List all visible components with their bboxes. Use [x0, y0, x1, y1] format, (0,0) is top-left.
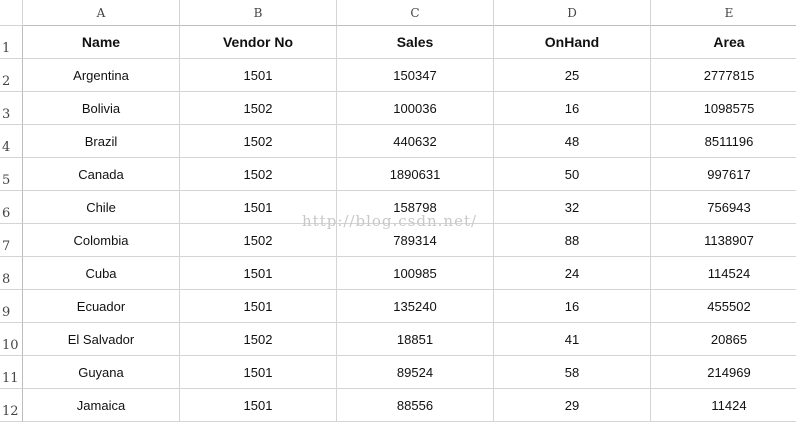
column-header-bar: A B C D E	[23, 0, 796, 26]
table-row: Ecuador 1501 135240 16 455502	[23, 290, 796, 323]
cell-sales[interactable]: 135240	[337, 290, 494, 323]
cell-onhand[interactable]: 50	[494, 158, 651, 191]
cell-sales[interactable]: 18851	[337, 323, 494, 356]
cell-sales[interactable]: 440632	[337, 125, 494, 158]
cell-area[interactable]: 455502	[651, 290, 796, 323]
cell-name[interactable]: Jamaica	[23, 389, 180, 422]
cell-onhand[interactable]: 25	[494, 59, 651, 92]
cell-sales[interactable]: 89524	[337, 356, 494, 389]
cell-onhand[interactable]: 32	[494, 191, 651, 224]
column-header-e[interactable]: E	[651, 0, 796, 26]
row-header[interactable]: 8	[0, 257, 23, 290]
column-header-b[interactable]: B	[180, 0, 337, 26]
cell-name[interactable]: Brazil	[23, 125, 180, 158]
row-header[interactable]: 12	[0, 389, 23, 422]
header-cell-vendor-no[interactable]: Vendor No	[180, 26, 337, 59]
table-row: Brazil 1502 440632 48 8511196	[23, 125, 796, 158]
cell-vendor-no[interactable]: 1501	[180, 290, 337, 323]
table-row: Argentina 1501 150347 25 2777815	[23, 59, 796, 92]
cell-name[interactable]: Chile	[23, 191, 180, 224]
row-header[interactable]: 6	[0, 191, 23, 224]
cell-sales[interactable]: 158798	[337, 191, 494, 224]
cell-onhand[interactable]: 24	[494, 257, 651, 290]
spreadsheet: A B C D E 1 2 3 4 5 6 7 8 9 10 11 12 Nam…	[0, 0, 796, 424]
table-row: Cuba 1501 100985 24 114524	[23, 257, 796, 290]
table-row: Jamaica 1501 88556 29 11424	[23, 389, 796, 422]
row-header-bar: 1 2 3 4 5 6 7 8 9 10 11 12	[0, 26, 23, 422]
row-header[interactable]: 11	[0, 356, 23, 389]
row-header[interactable]: 5	[0, 158, 23, 191]
cell-grid: Name Vendor No Sales OnHand Area Argenti…	[23, 26, 796, 422]
cell-onhand[interactable]: 16	[494, 92, 651, 125]
cell-onhand[interactable]: 16	[494, 290, 651, 323]
cell-onhand[interactable]: 29	[494, 389, 651, 422]
cell-name[interactable]: Ecuador	[23, 290, 180, 323]
cell-onhand[interactable]: 48	[494, 125, 651, 158]
cell-sales[interactable]: 789314	[337, 224, 494, 257]
header-cell-area[interactable]: Area	[651, 26, 796, 59]
cell-area[interactable]: 2777815	[651, 59, 796, 92]
cell-onhand[interactable]: 41	[494, 323, 651, 356]
cell-area[interactable]: 756943	[651, 191, 796, 224]
row-header[interactable]: 9	[0, 290, 23, 323]
row-header[interactable]: 3	[0, 92, 23, 125]
select-all-corner[interactable]	[0, 0, 23, 26]
cell-onhand[interactable]: 58	[494, 356, 651, 389]
cell-area[interactable]: 20865	[651, 323, 796, 356]
row-header[interactable]: 10	[0, 323, 23, 356]
table-row: Bolivia 1502 100036 16 1098575	[23, 92, 796, 125]
cell-name[interactable]: Guyana	[23, 356, 180, 389]
cell-vendor-no[interactable]: 1502	[180, 92, 337, 125]
cell-vendor-no[interactable]: 1501	[180, 389, 337, 422]
cell-name[interactable]: El Salvador	[23, 323, 180, 356]
cell-sales[interactable]: 150347	[337, 59, 494, 92]
cell-vendor-no[interactable]: 1502	[180, 224, 337, 257]
cell-vendor-no[interactable]: 1501	[180, 257, 337, 290]
cell-area[interactable]: 214969	[651, 356, 796, 389]
cell-area[interactable]: 1098575	[651, 92, 796, 125]
header-cell-onhand[interactable]: OnHand	[494, 26, 651, 59]
row-header[interactable]: 1	[0, 26, 23, 59]
table-row: Chile 1501 158798 32 756943	[23, 191, 796, 224]
cell-onhand[interactable]: 88	[494, 224, 651, 257]
row-header[interactable]: 2	[0, 59, 23, 92]
cell-name[interactable]: Canada	[23, 158, 180, 191]
cell-sales[interactable]: 1890631	[337, 158, 494, 191]
cell-area[interactable]: 1138907	[651, 224, 796, 257]
row-header[interactable]: 7	[0, 224, 23, 257]
header-cell-name[interactable]: Name	[23, 26, 180, 59]
table-row: Colombia 1502 789314 88 1138907	[23, 224, 796, 257]
cell-vendor-no[interactable]: 1502	[180, 323, 337, 356]
table-row: El Salvador 1502 18851 41 20865	[23, 323, 796, 356]
cell-sales[interactable]: 100036	[337, 92, 494, 125]
cell-sales[interactable]: 100985	[337, 257, 494, 290]
cell-name[interactable]: Colombia	[23, 224, 180, 257]
column-header-c[interactable]: C	[337, 0, 494, 26]
cell-area[interactable]: 997617	[651, 158, 796, 191]
cell-area[interactable]: 11424	[651, 389, 796, 422]
column-header-d[interactable]: D	[494, 0, 651, 26]
table-row: Guyana 1501 89524 58 214969	[23, 356, 796, 389]
cell-name[interactable]: Bolivia	[23, 92, 180, 125]
row-header[interactable]: 4	[0, 125, 23, 158]
cell-vendor-no[interactable]: 1502	[180, 158, 337, 191]
cell-vendor-no[interactable]: 1502	[180, 125, 337, 158]
cell-vendor-no[interactable]: 1501	[180, 356, 337, 389]
cell-name[interactable]: Argentina	[23, 59, 180, 92]
column-header-a[interactable]: A	[23, 0, 180, 26]
header-cell-sales[interactable]: Sales	[337, 26, 494, 59]
cell-area[interactable]: 114524	[651, 257, 796, 290]
table-header-row: Name Vendor No Sales OnHand Area	[23, 26, 796, 59]
cell-area[interactable]: 8511196	[651, 125, 796, 158]
cell-name[interactable]: Cuba	[23, 257, 180, 290]
cell-vendor-no[interactable]: 1501	[180, 59, 337, 92]
cell-vendor-no[interactable]: 1501	[180, 191, 337, 224]
table-row: Canada 1502 1890631 50 997617	[23, 158, 796, 191]
cell-sales[interactable]: 88556	[337, 389, 494, 422]
